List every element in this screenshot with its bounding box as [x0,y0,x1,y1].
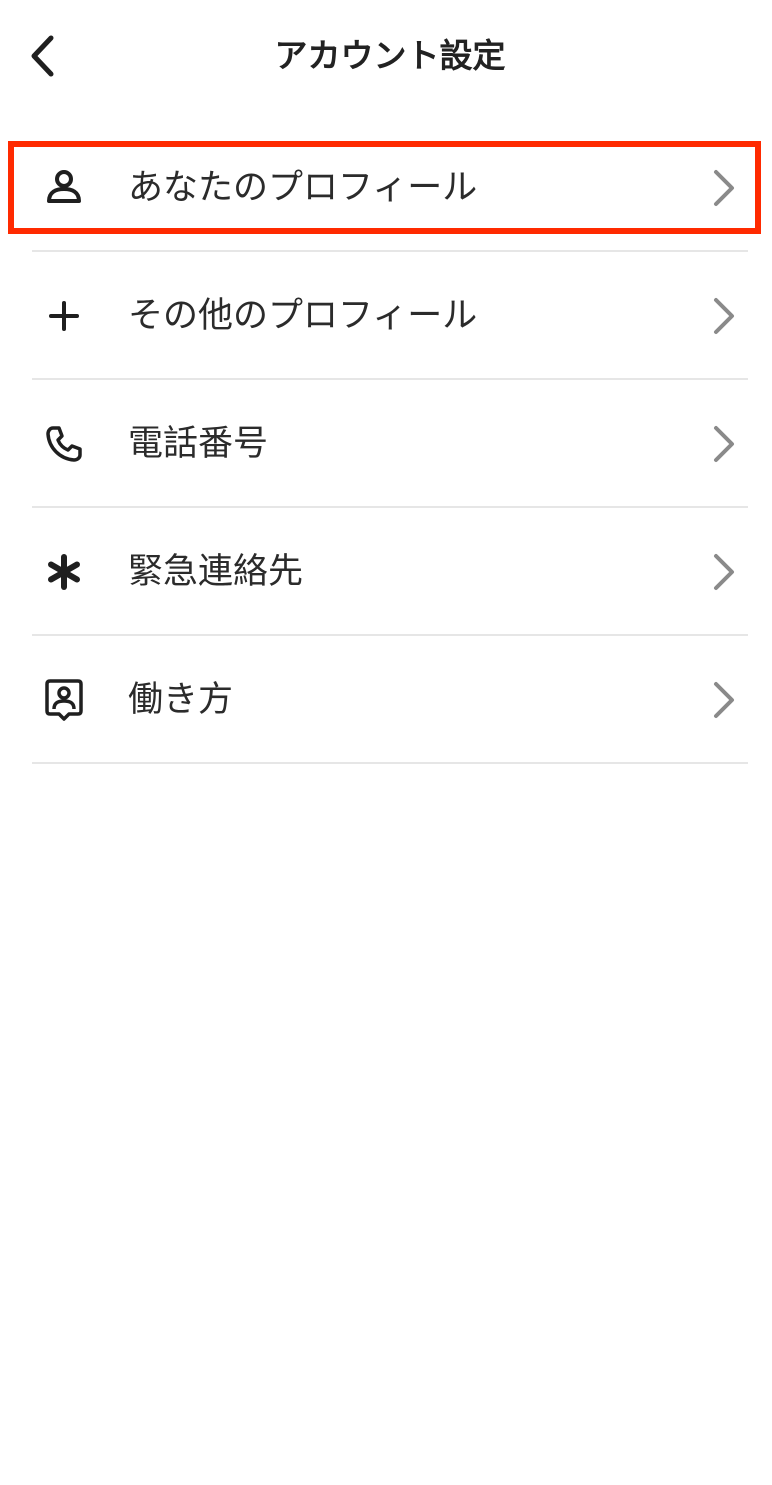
badge-person-icon [40,676,88,724]
page-title: アカウント設定 [274,36,506,75]
menu-item-other-profiles[interactable]: その他のプロフィール [0,252,772,380]
plus-icon [40,292,88,340]
account-settings-menu: あなたのプロフィール その他のプロフィール 電話番号 緊急連絡先 働き方 [0,124,772,764]
chevron-right-icon [706,552,742,592]
menu-item-work-style[interactable]: 働き方 [0,636,772,764]
menu-item-label: 電話番号 [128,424,269,464]
menu-item-label: 働き方 [128,680,234,720]
chevron-right-icon [706,296,742,336]
chevron-right-icon [706,424,742,464]
menu-item-emergency-contact[interactable]: 緊急連絡先 [0,508,772,636]
person-icon [40,164,88,212]
menu-item-your-profile[interactable]: あなたのプロフィール [0,124,772,252]
menu-item-label: 緊急連絡先 [128,552,304,592]
app-header: アカウント設定 [0,0,772,112]
chevron-right-icon [706,168,742,208]
chevron-right-icon [706,680,742,720]
divider [32,762,748,764]
menu-item-label: その他のプロフィール [128,296,478,336]
menu-item-label: あなたのプロフィール [128,168,478,208]
asterisk-icon [40,548,88,596]
menu-item-phone-number[interactable]: 電話番号 [0,380,772,508]
phone-icon [40,420,88,468]
